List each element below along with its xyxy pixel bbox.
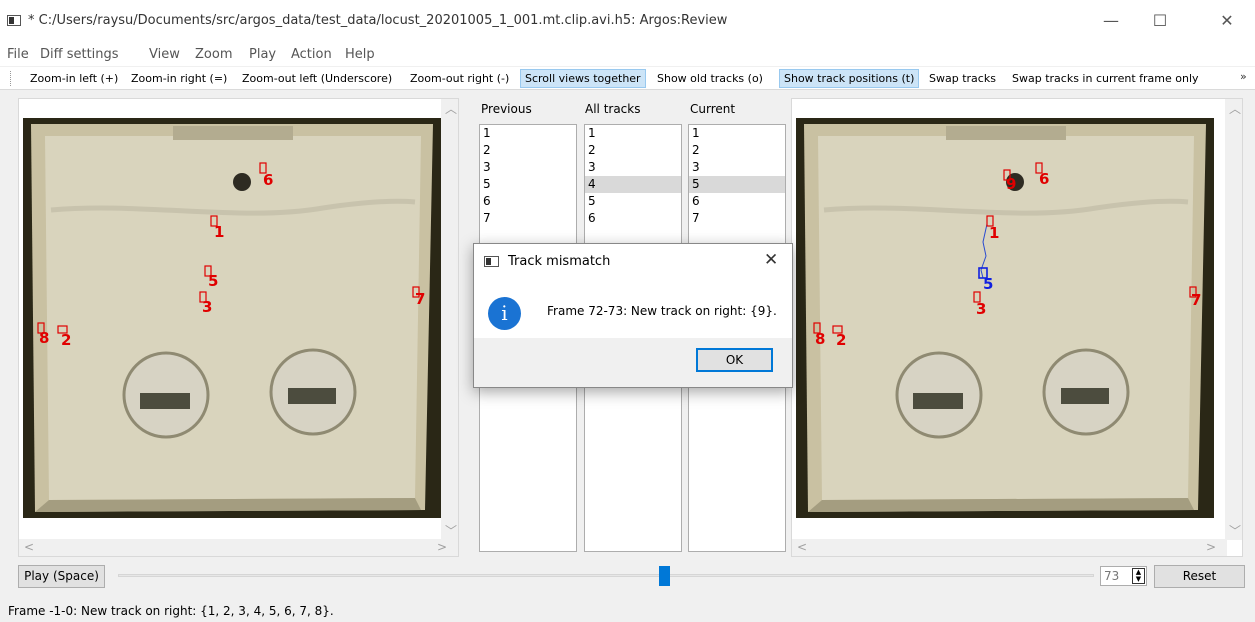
track-label: 7 bbox=[415, 290, 425, 308]
track-label: 6 bbox=[1039, 170, 1049, 188]
dialog-button-bar: OK bbox=[474, 338, 792, 387]
zoom-out-right-button[interactable]: Zoom-out right (-) bbox=[405, 69, 514, 88]
scroll-up-icon[interactable]: ︿ bbox=[445, 100, 457, 117]
ok-button[interactable]: OK bbox=[696, 348, 773, 372]
swap-tracks-button[interactable]: Swap tracks bbox=[924, 69, 1001, 88]
toolbar-overflow-icon[interactable]: » bbox=[1240, 70, 1247, 83]
list-item[interactable]: 5 bbox=[480, 176, 576, 193]
dialog-app-icon bbox=[484, 256, 499, 267]
list-item[interactable]: 2 bbox=[689, 142, 785, 159]
list-item[interactable]: 2 bbox=[480, 142, 576, 159]
close-button[interactable]: ✕ bbox=[1207, 8, 1247, 34]
reset-button[interactable]: Reset bbox=[1154, 565, 1245, 588]
track-label: 3 bbox=[202, 298, 212, 316]
window-title: * C:/Users/raysu/Documents/src/argos_dat… bbox=[28, 13, 727, 28]
left-vertical-scrollbar[interactable]: ︿ ﹀ bbox=[441, 99, 458, 540]
minimize-button[interactable]: — bbox=[1091, 8, 1131, 34]
frame-spinbox[interactable]: 73 ▲▼ bbox=[1100, 566, 1147, 586]
list-item[interactable]: 3 bbox=[585, 159, 681, 176]
scroll-down-icon[interactable]: ﹀ bbox=[445, 522, 457, 539]
show-old-tracks-toggle[interactable]: Show old tracks (o) bbox=[652, 69, 768, 88]
previous-list-header: Previous bbox=[481, 102, 532, 116]
current-list-header: Current bbox=[690, 102, 735, 116]
track-label: 5 bbox=[983, 275, 993, 293]
scroll-right-icon[interactable]: > bbox=[437, 540, 447, 554]
status-message: Frame -1-0: New track on right: {1, 2, 3… bbox=[8, 604, 334, 618]
scroll-down-icon[interactable]: ﹀ bbox=[1229, 522, 1241, 539]
info-icon: i bbox=[488, 297, 521, 330]
all-tracks-list-header: All tracks bbox=[585, 102, 640, 116]
track-label: 2 bbox=[836, 331, 846, 349]
frame-slider-handle[interactable] bbox=[659, 566, 670, 586]
track-label: 9 bbox=[1006, 175, 1016, 193]
menu-play[interactable]: Play bbox=[249, 47, 276, 62]
list-item[interactable]: 6 bbox=[585, 210, 681, 227]
list-item[interactable]: 3 bbox=[480, 159, 576, 176]
right-frame-view[interactable]: 9 6 1 5 3 7 8 2 ︿ ﹀ < > bbox=[791, 98, 1243, 557]
menu-diff-settings[interactable]: Diff settings bbox=[40, 47, 119, 62]
toolbar: Zoom-in left (+) Zoom-in right (=) Zoom-… bbox=[0, 67, 1255, 90]
right-arena-image: 9 6 1 5 3 7 8 2 bbox=[796, 118, 1214, 518]
right-horizontal-scrollbar[interactable]: < > bbox=[792, 539, 1227, 556]
list-item-selected[interactable]: 4 bbox=[585, 176, 681, 193]
right-vertical-scrollbar[interactable]: ︿ ﹀ bbox=[1225, 99, 1242, 540]
track-label: 2 bbox=[61, 331, 71, 349]
track-label: 3 bbox=[976, 300, 986, 318]
list-item[interactable]: 1 bbox=[480, 125, 576, 142]
scroll-left-icon[interactable]: < bbox=[24, 540, 34, 554]
track-label: 8 bbox=[39, 329, 49, 347]
swap-tracks-current-frame-button[interactable]: Swap tracks in current frame only bbox=[1007, 69, 1204, 88]
frame-number[interactable]: 73 bbox=[1104, 569, 1119, 583]
left-horizontal-scrollbar[interactable]: < > bbox=[19, 539, 459, 556]
menu-help[interactable]: Help bbox=[345, 47, 375, 62]
dialog-title: Track mismatch bbox=[508, 254, 610, 269]
list-item[interactable]: 6 bbox=[689, 193, 785, 210]
spin-arrows-icon[interactable]: ▲▼ bbox=[1132, 568, 1145, 584]
status-bar: Frame -1-0: New track on right: {1, 2, 3… bbox=[0, 601, 1255, 622]
zoom-in-right-button[interactable]: Zoom-in right (=) bbox=[126, 69, 232, 88]
scroll-up-icon[interactable]: ︿ bbox=[1229, 100, 1241, 117]
track-label: 6 bbox=[263, 171, 273, 189]
menu-bar: File Diff settings View Zoom Play Action… bbox=[0, 44, 1255, 66]
show-track-positions-toggle[interactable]: Show track positions (t) bbox=[779, 69, 919, 88]
scroll-left-icon[interactable]: < bbox=[797, 540, 807, 554]
list-item[interactable]: 5 bbox=[585, 193, 681, 210]
left-arena-image: 6 1 5 3 7 8 2 bbox=[23, 118, 441, 518]
list-item[interactable]: 1 bbox=[689, 125, 785, 142]
list-item[interactable]: 3 bbox=[689, 159, 785, 176]
list-item-selected[interactable]: 5 bbox=[689, 176, 785, 193]
dialog-message: Frame 72-73: New track on right: {9}. bbox=[547, 304, 777, 318]
track-label: 7 bbox=[1191, 291, 1201, 309]
menu-action[interactable]: Action bbox=[291, 47, 332, 62]
list-item[interactable]: 1 bbox=[585, 125, 681, 142]
scroll-right-icon[interactable]: > bbox=[1206, 540, 1216, 554]
track-mismatch-dialog: Track mismatch ✕ i Frame 72-73: New trac… bbox=[473, 243, 793, 388]
track-label: 1 bbox=[214, 223, 224, 241]
toolbar-handle[interactable] bbox=[10, 71, 12, 86]
zoom-out-left-button[interactable]: Zoom-out left (Underscore) bbox=[237, 69, 397, 88]
scroll-views-together-toggle[interactable]: Scroll views together bbox=[520, 69, 646, 88]
track-label: 8 bbox=[815, 330, 825, 348]
list-item[interactable]: 7 bbox=[689, 210, 785, 227]
menu-view[interactable]: View bbox=[149, 47, 180, 62]
dialog-close-button[interactable]: ✕ bbox=[764, 250, 778, 270]
track-label: 5 bbox=[208, 272, 218, 290]
title-bar: * C:/Users/raysu/Documents/src/argos_dat… bbox=[0, 0, 1255, 44]
frame-slider[interactable] bbox=[118, 574, 1094, 577]
list-item[interactable]: 7 bbox=[480, 210, 576, 227]
left-frame-view[interactable]: 6 1 5 3 7 8 2 ︿ ﹀ < > bbox=[18, 98, 459, 557]
zoom-in-left-button[interactable]: Zoom-in left (+) bbox=[25, 69, 123, 88]
list-item[interactable]: 2 bbox=[585, 142, 681, 159]
maximize-button[interactable]: ☐ bbox=[1140, 8, 1180, 34]
track-label: 1 bbox=[989, 224, 999, 242]
menu-zoom[interactable]: Zoom bbox=[195, 47, 232, 62]
app-icon bbox=[7, 15, 21, 26]
menu-file[interactable]: File bbox=[7, 47, 29, 62]
list-item[interactable]: 6 bbox=[480, 193, 576, 210]
play-button[interactable]: Play (Space) bbox=[18, 565, 105, 588]
